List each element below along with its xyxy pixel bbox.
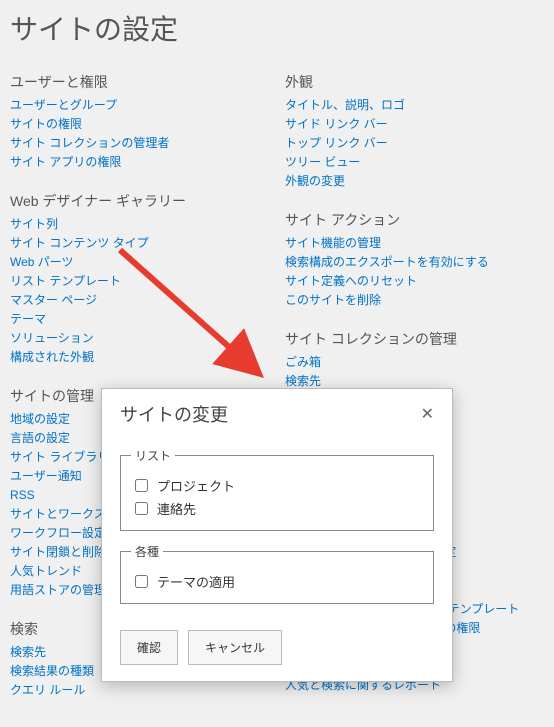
settings-link[interactable]: このサイトを削除 — [285, 291, 544, 309]
cancel-button[interactable]: キャンセル — [188, 630, 282, 665]
settings-link[interactable]: サイト アプリの権限 — [10, 153, 269, 171]
fieldset-list: リスト プロジェクト連絡先 — [120, 447, 434, 531]
settings-link[interactable]: クエリ ルール — [10, 681, 269, 699]
close-icon[interactable]: ✕ — [417, 402, 438, 426]
settings-link[interactable]: サイトの権限 — [10, 115, 269, 133]
section-heading: 外観 — [285, 72, 544, 92]
checkbox-row: 連絡先 — [131, 499, 423, 518]
settings-link[interactable]: タイトル、説明、ロゴ — [285, 96, 544, 114]
section-heading: サイト コレクションの管理 — [285, 329, 544, 349]
settings-link[interactable]: サイト列 — [10, 215, 269, 233]
settings-link[interactable]: サイト機能の管理 — [285, 234, 544, 252]
settings-link[interactable]: リスト テンプレート — [10, 272, 269, 290]
settings-link[interactable]: ツリー ビュー — [285, 153, 544, 171]
settings-link[interactable]: ごみ箱 — [285, 353, 544, 371]
checkbox-label: 連絡先 — [157, 499, 196, 518]
settings-section: サイト アクションサイト機能の管理検索構成のエクスポートを有効にするサイト定義へ… — [285, 210, 544, 309]
settings-link[interactable]: 外観の変更 — [285, 172, 544, 190]
settings-link[interactable]: サイト コレクションの管理者 — [10, 134, 269, 152]
section-heading: Web デザイナー ギャラリー — [10, 191, 269, 211]
page-title: サイトの設定 — [10, 8, 544, 48]
checkbox[interactable] — [135, 479, 148, 492]
settings-link[interactable]: サイド リンク バー — [285, 115, 544, 133]
confirm-button[interactable]: 確認 — [120, 630, 178, 665]
checkbox[interactable] — [135, 502, 148, 515]
fieldset-list-legend: リスト — [131, 447, 175, 464]
site-change-dialog: サイトの変更 ✕ リスト プロジェクト連絡先 各種 テーマの適用 確認 キャンセ… — [101, 388, 453, 682]
settings-link[interactable]: サイト コンテンツ タイプ — [10, 234, 269, 252]
settings-link[interactable]: トップ リンク バー — [285, 134, 544, 152]
settings-section: Web デザイナー ギャラリーサイト列サイト コンテンツ タイプWeb パーツリ… — [10, 191, 269, 366]
settings-section: ユーザーと権限ユーザーとグループサイトの権限サイト コレクションの管理者サイト … — [10, 72, 269, 171]
settings-section: 外観タイトル、説明、ロゴサイド リンク バートップ リンク バーツリー ビュー外… — [285, 72, 544, 190]
dialog-title: サイトの変更 — [120, 401, 228, 427]
settings-link[interactable]: 検索構成のエクスポートを有効にする — [285, 253, 544, 271]
fieldset-misc-legend: 各種 — [131, 543, 163, 560]
settings-link[interactable]: Web パーツ — [10, 253, 269, 271]
settings-link[interactable]: サイト定義へのリセット — [285, 272, 544, 290]
checkbox-row: テーマの適用 — [131, 572, 423, 591]
settings-link[interactable]: テーマ — [10, 310, 269, 328]
settings-link[interactable]: マスター ページ — [10, 291, 269, 309]
checkbox-row: プロジェクト — [131, 476, 423, 495]
settings-link[interactable]: ソリューション — [10, 329, 269, 347]
section-heading: サイト アクション — [285, 210, 544, 230]
fieldset-misc: 各種 テーマの適用 — [120, 543, 434, 604]
settings-link[interactable]: ユーザーとグループ — [10, 96, 269, 114]
settings-link[interactable]: 構成された外観 — [10, 348, 269, 366]
checkbox-label: テーマの適用 — [157, 572, 235, 591]
checkbox[interactable] — [135, 575, 148, 588]
section-heading: ユーザーと権限 — [10, 72, 269, 92]
checkbox-label: プロジェクト — [157, 476, 235, 495]
